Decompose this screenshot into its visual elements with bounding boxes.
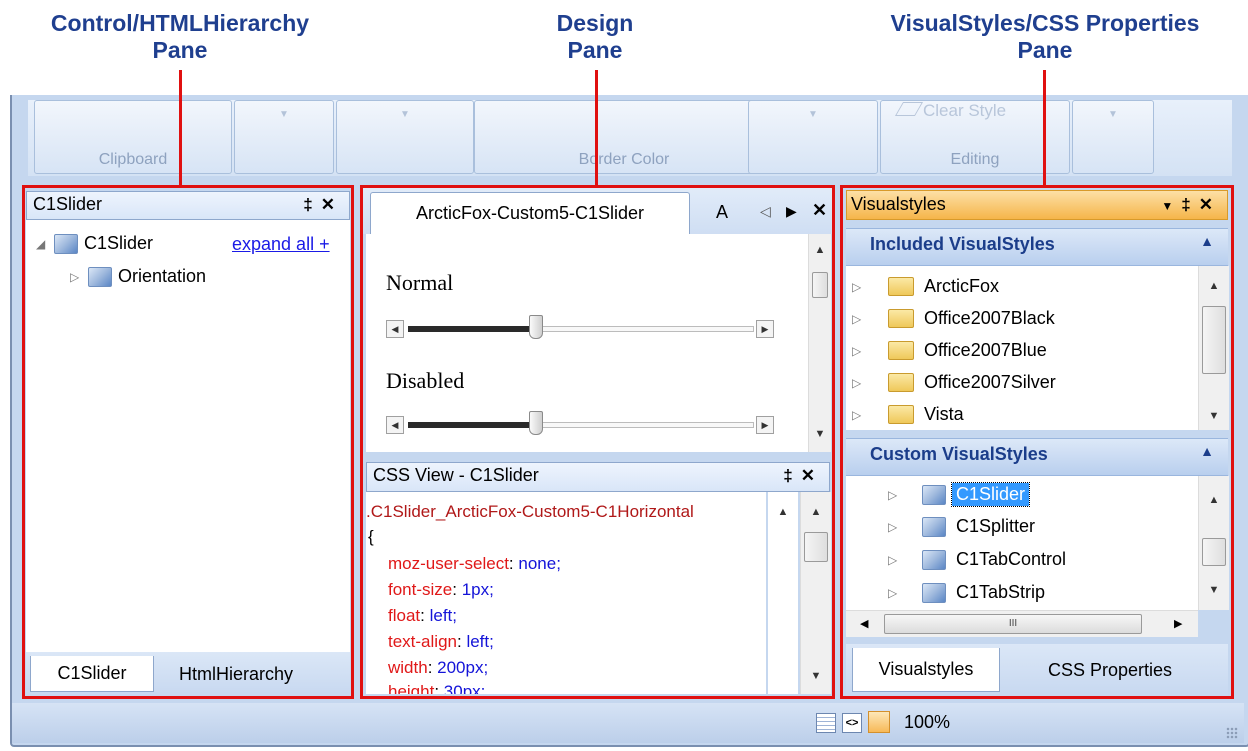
ribbon-group-editing: Clear Style Editing bbox=[880, 100, 1070, 174]
split-view-icon[interactable] bbox=[868, 711, 890, 733]
callout-right-line2: Pane bbox=[1017, 37, 1073, 63]
highlight-design-pane bbox=[360, 185, 835, 699]
eraser-icon bbox=[894, 102, 924, 116]
callout-middle-line1: Design bbox=[556, 10, 634, 36]
zoom-level[interactable]: 100% bbox=[904, 712, 950, 733]
chevron-down-icon[interactable]: ▼ bbox=[1073, 109, 1153, 120]
ribbon-group-label: Clipboard bbox=[98, 151, 168, 168]
callout-line-right bbox=[1043, 70, 1046, 188]
chevron-down-icon[interactable]: ▼ bbox=[337, 109, 473, 120]
source-view-icon[interactable]: <> bbox=[842, 713, 862, 733]
ribbon-group-label: Border Color bbox=[578, 151, 670, 168]
callout-control-hierarchy: Control/HTMLHierarchy Pane bbox=[20, 10, 340, 64]
chevron-down-icon[interactable]: ▼ bbox=[235, 109, 333, 120]
callout-line-left bbox=[179, 70, 182, 188]
callout-left-line2: Pane bbox=[152, 37, 208, 63]
callout-left-line1: Control/HTMLHierarchy bbox=[50, 10, 310, 36]
callout-design-pane: Design Pane bbox=[510, 10, 680, 64]
resize-grip-icon[interactable] bbox=[1226, 727, 1238, 739]
design-view-icon[interactable] bbox=[816, 713, 836, 733]
callout-line-middle bbox=[595, 70, 598, 188]
ribbon-group-clipboard: Clipboard bbox=[34, 100, 232, 174]
callout-right-line1: VisualStyles/CSS Properties bbox=[890, 10, 1200, 36]
chevron-down-icon[interactable]: ▼ bbox=[749, 109, 877, 120]
ribbon: Clipboard ▼ ▼ Border Color ▼ Clear Style… bbox=[28, 100, 1232, 176]
ribbon-group-label: Editing bbox=[950, 151, 1000, 168]
ribbon-group-2: ▼ bbox=[234, 100, 334, 174]
ribbon-group-7: ▼ bbox=[1072, 100, 1154, 174]
callout-middle-line2: Pane bbox=[567, 37, 623, 63]
highlight-right-pane bbox=[840, 185, 1234, 699]
clear-style-label: Clear Style bbox=[923, 101, 1007, 120]
highlight-left-pane bbox=[22, 185, 354, 699]
status-bar: <> 100% bbox=[12, 703, 1244, 743]
ribbon-group-border-color: Border Color bbox=[474, 100, 774, 174]
callout-visualstyles: VisualStyles/CSS Properties Pane bbox=[860, 10, 1230, 64]
ribbon-group-5: ▼ bbox=[748, 100, 878, 174]
clear-style-button[interactable]: Clear Style bbox=[894, 101, 1007, 121]
ribbon-group-3: ▼ bbox=[336, 100, 474, 174]
